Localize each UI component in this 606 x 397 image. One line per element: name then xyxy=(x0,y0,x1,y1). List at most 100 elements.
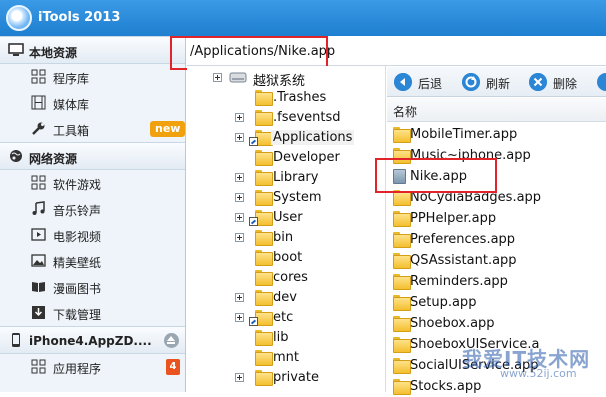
section-network-resources[interactable]: 网络资源 xyxy=(0,142,185,170)
tree-item[interactable]: mnt xyxy=(235,348,375,368)
delete-label: 删除 xyxy=(553,77,578,91)
sidebar-item-applications[interactable]: 应用程序 4 xyxy=(0,354,185,380)
sidebar-item-comics-books[interactable]: 漫画图书 xyxy=(0,274,185,300)
tree-item[interactable]: cores xyxy=(235,268,375,288)
video-play-icon xyxy=(31,228,46,241)
section-title: 本地资源 xyxy=(29,46,78,60)
eject-icon[interactable] xyxy=(164,333,179,348)
tree-item[interactable]: private xyxy=(235,368,375,388)
folder-icon xyxy=(393,295,411,311)
sidebar-item-media-library[interactable]: 媒体库 xyxy=(0,90,185,116)
folder-icon xyxy=(393,337,411,353)
section-device[interactable]: iPhone4.AppZD.... xyxy=(0,326,185,354)
list-item[interactable]: Reminders.app xyxy=(387,271,606,292)
watermark-url: www.52ij.com xyxy=(500,367,577,380)
folder-icon xyxy=(393,358,411,374)
delete-x-icon xyxy=(529,73,547,91)
phone-icon xyxy=(12,333,20,347)
folder-icon xyxy=(255,350,273,366)
tree-item[interactable]: boot xyxy=(235,248,375,268)
expand-toggle[interactable] xyxy=(235,313,244,322)
tree-item[interactable]: dev xyxy=(235,288,375,308)
folder-icon xyxy=(255,370,273,386)
tree-item[interactable]: Developer xyxy=(235,148,375,168)
expand-toggle[interactable] xyxy=(235,233,244,242)
monitor-icon xyxy=(8,43,24,56)
file-name: Reminders.app xyxy=(410,274,508,289)
tree-label: boot xyxy=(273,250,303,265)
file-name: QSAssistant.app xyxy=(410,253,517,268)
address-highlight-box xyxy=(170,36,328,70)
back-button[interactable]: 后退 xyxy=(394,73,444,91)
book-icon xyxy=(32,282,45,292)
sidebar-item-download-manager[interactable]: 下载管理 xyxy=(0,300,185,326)
tree-item[interactable]: etc xyxy=(235,308,375,328)
tree-item[interactable]: .Trashes xyxy=(235,88,375,108)
apps-grid-icon xyxy=(31,359,46,374)
folder-icon xyxy=(255,330,273,346)
tree-item[interactable]: lib xyxy=(235,328,375,348)
expand-toggle[interactable] xyxy=(235,293,244,302)
sidebar-item-movies-videos[interactable]: 电影视频 xyxy=(0,222,185,248)
sidebar-item-label: 程序库 xyxy=(53,72,90,86)
tree-label: .Trashes xyxy=(273,90,327,105)
file-name: MobileTimer.app xyxy=(410,127,518,142)
tree-item[interactable]: .fseventsd xyxy=(235,108,375,128)
tree-item[interactable]: Library xyxy=(235,168,375,188)
expand-toggle[interactable] xyxy=(235,373,244,382)
back-arrow-icon xyxy=(394,73,412,91)
sidebar-item-wallpapers[interactable]: 精美壁纸 xyxy=(0,248,185,274)
tree-label: System xyxy=(273,190,322,205)
count-badge: 4 xyxy=(166,359,180,375)
list-item[interactable]: Preferences.app xyxy=(387,229,606,250)
folder-icon xyxy=(393,379,411,395)
tree-label: private xyxy=(273,370,319,385)
symlink-arrow-icon xyxy=(249,317,258,326)
sidebar-item-app-library[interactable]: 程序库 xyxy=(0,64,185,90)
sidebar-item-label: 精美壁纸 xyxy=(53,256,102,270)
folder-icon xyxy=(255,270,273,286)
list-item[interactable]: QSAssistant.app xyxy=(387,250,606,271)
tree-item-applications[interactable]: Applications xyxy=(235,128,375,148)
music-note-icon xyxy=(32,201,45,215)
list-item[interactable]: MobileTimer.app xyxy=(387,124,606,145)
expand-toggle[interactable] xyxy=(235,133,244,142)
tree-label: cores xyxy=(273,270,308,285)
expand-toggle[interactable] xyxy=(235,113,244,122)
sidebar-item-software-games[interactable]: 软件游戏 xyxy=(0,170,185,196)
section-local-resources[interactable]: 本地资源 xyxy=(0,36,185,64)
expand-toggle[interactable] xyxy=(213,73,222,82)
tree-label: Applications xyxy=(271,130,355,145)
sidebar-item-label: 应用程序 xyxy=(53,362,102,376)
list-item[interactable]: Setup.app xyxy=(387,292,606,313)
expand-toggle[interactable] xyxy=(235,173,244,182)
tree-item[interactable]: bin xyxy=(235,228,375,248)
apps-grid-icon xyxy=(31,175,46,190)
folder-tree: 越狱系统 .Trashes .fseventsd Applications De… xyxy=(187,66,386,392)
tree-label: User xyxy=(273,210,303,225)
expand-toggle[interactable] xyxy=(235,193,244,202)
sidebar-item-label: 媒体库 xyxy=(53,98,90,112)
sidebar-item-label: 软件游戏 xyxy=(53,178,102,192)
section-title: 网络资源 xyxy=(29,152,78,166)
sidebar-item-music-ringtones[interactable]: 音乐铃声 xyxy=(0,196,185,222)
folder-icon xyxy=(255,90,273,106)
title-bar: iTools 2013 xyxy=(0,0,606,36)
tree-item[interactable]: User xyxy=(235,208,375,228)
refresh-label: 刷新 xyxy=(486,77,511,91)
list-item[interactable]: PPHelper.app xyxy=(387,208,606,229)
tree-label: 越狱系统 xyxy=(253,74,306,89)
wrench-icon xyxy=(32,122,45,135)
sidebar-item-toolbox[interactable]: 工具箱 new xyxy=(0,116,186,142)
folder-icon xyxy=(255,250,273,266)
expand-toggle[interactable] xyxy=(235,213,244,222)
itools-logo-icon xyxy=(6,5,32,31)
tree-root[interactable]: 越狱系统 xyxy=(213,68,373,89)
tree-label: mnt xyxy=(273,350,299,365)
delete-button[interactable]: 删除 xyxy=(529,73,581,91)
tree-item[interactable]: System xyxy=(235,188,375,208)
column-header-name[interactable]: 名称 xyxy=(387,98,606,122)
refresh-button[interactable]: 刷新 xyxy=(462,73,512,91)
list-item[interactable]: Shoebox.app xyxy=(387,313,606,334)
sidebar-item-label: 工具箱 xyxy=(53,124,90,138)
